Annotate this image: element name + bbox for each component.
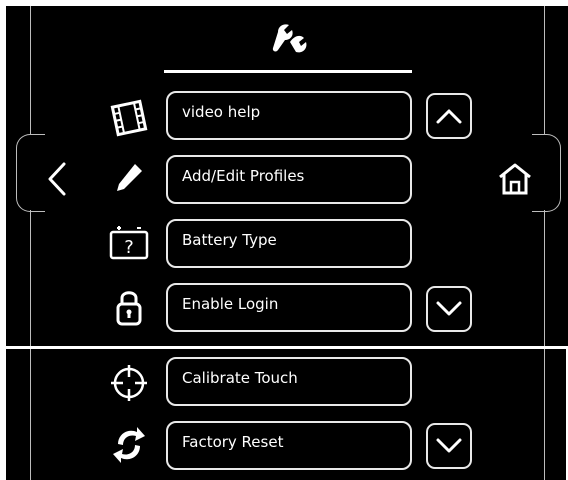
menu-item-enable-login[interactable]: Enable Login	[166, 283, 412, 332]
crosshair-icon	[106, 360, 152, 406]
frame-line	[30, 6, 31, 134]
pencil-icon	[106, 156, 152, 202]
scroll-down-button[interactable]	[426, 286, 472, 332]
chevron-down-icon	[436, 301, 462, 316]
lock-icon	[106, 284, 152, 330]
frame-line	[544, 210, 545, 346]
frame-line	[30, 210, 31, 346]
menu-item-calibrate-touch[interactable]: Calibrate Touch	[166, 357, 412, 406]
reset-icon	[106, 422, 152, 468]
film-icon	[106, 95, 152, 141]
menu-item-label: Calibrate Touch	[182, 369, 298, 387]
home-icon	[499, 163, 531, 195]
settings-panel-top: video help Add/Edit Profiles ? Battery T…	[6, 6, 568, 346]
frame-line	[30, 349, 31, 480]
wrench-icon	[266, 18, 316, 62]
chevron-up-icon	[436, 109, 462, 124]
menu-item-label: Battery Type	[182, 231, 277, 249]
frame-line	[544, 6, 545, 134]
menu-item-label: Enable Login	[182, 295, 279, 313]
battery-question-icon: ?	[106, 220, 152, 266]
chevron-down-icon	[436, 438, 462, 453]
back-button[interactable]	[36, 154, 78, 204]
frame-corner	[532, 134, 561, 212]
menu-item-battery-type[interactable]: Battery Type	[166, 219, 412, 268]
home-button[interactable]	[494, 154, 536, 204]
menu-item-factory-reset[interactable]: Factory Reset	[166, 421, 412, 470]
svg-text:?: ?	[124, 237, 134, 258]
menu-item-label: video help	[182, 103, 261, 121]
chevron-left-icon	[48, 162, 66, 196]
scroll-down-button[interactable]	[426, 423, 472, 469]
menu-item-label: Add/Edit Profiles	[182, 167, 305, 185]
frame-line	[544, 349, 545, 480]
header-underline	[164, 70, 412, 73]
menu-item-label: Factory Reset	[182, 433, 284, 451]
menu-item-add-edit-profiles[interactable]: Add/Edit Profiles	[166, 155, 412, 204]
menu-item-video-help[interactable]: video help	[166, 91, 412, 140]
scroll-up-button[interactable]	[426, 93, 472, 139]
settings-panel-bottom: Calibrate Touch Factory Reset	[6, 349, 566, 480]
